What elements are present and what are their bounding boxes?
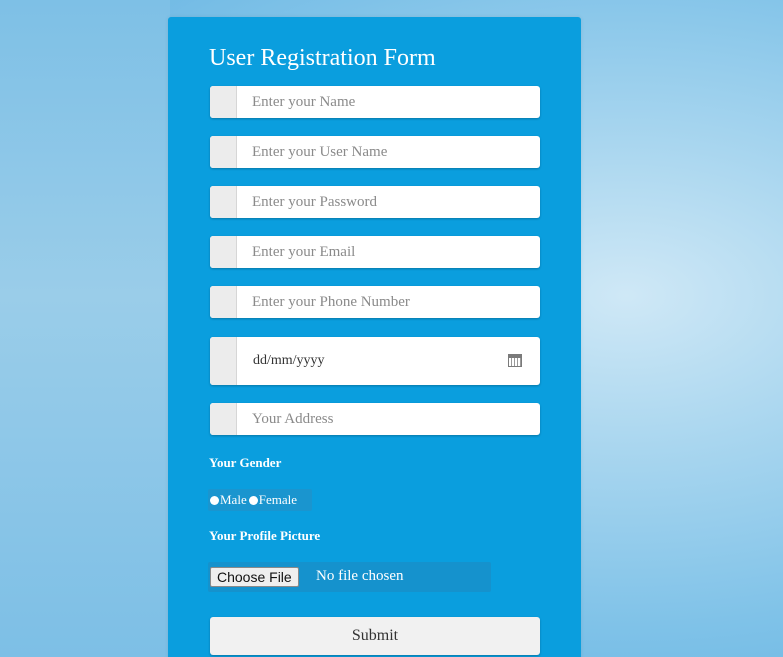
gender-option-female[interactable]: Female	[247, 492, 297, 508]
password-field-group	[210, 186, 540, 218]
username-field-addon	[210, 136, 237, 168]
address-field-group	[210, 403, 540, 435]
submit-button[interactable]: Submit	[210, 617, 540, 655]
name-field-addon	[210, 86, 237, 118]
radio-button-icon[interactable]	[248, 495, 258, 505]
file-status-text: No file chosen	[316, 568, 404, 584]
phone-input[interactable]	[237, 286, 527, 318]
page-background	[0, 0, 170, 657]
name-field-group	[210, 86, 540, 118]
email-field-group	[210, 236, 540, 268]
date-input-text: dd/mm/yyyy	[253, 353, 325, 368]
choose-file-button[interactable]: Choose File	[210, 567, 299, 587]
gender-radio-group: Male Female	[208, 489, 312, 511]
form-title: User Registration Form	[209, 45, 436, 71]
gender-option-label: Male	[220, 492, 247, 507]
profile-picture-file-input: Choose File No file chosen	[208, 562, 491, 592]
phone-field-group	[210, 286, 540, 318]
username-field-group	[210, 136, 540, 168]
email-field-addon	[210, 236, 237, 268]
radio-button-icon[interactable]	[210, 495, 219, 505]
name-input[interactable]	[237, 86, 527, 118]
date-field-group[interactable]: dd/mm/yyyy	[210, 337, 540, 385]
registration-form: User Registration Form dd/mm/yyyy Your G…	[168, 17, 581, 657]
date-field-addon	[210, 337, 237, 385]
calendar-icon[interactable]	[508, 354, 522, 367]
phone-field-addon	[210, 286, 237, 318]
gender-option-male[interactable]: Male	[208, 492, 247, 508]
address-input[interactable]	[237, 403, 527, 435]
password-field-addon	[210, 186, 237, 218]
gender-label: Your Gender	[209, 455, 282, 470]
email-input[interactable]	[237, 236, 527, 268]
profile-picture-label: Your Profile Picture	[209, 528, 321, 543]
password-input[interactable]	[237, 186, 527, 218]
username-input[interactable]	[237, 136, 527, 168]
address-field-addon	[210, 403, 237, 435]
gender-option-label: Female	[258, 492, 297, 507]
